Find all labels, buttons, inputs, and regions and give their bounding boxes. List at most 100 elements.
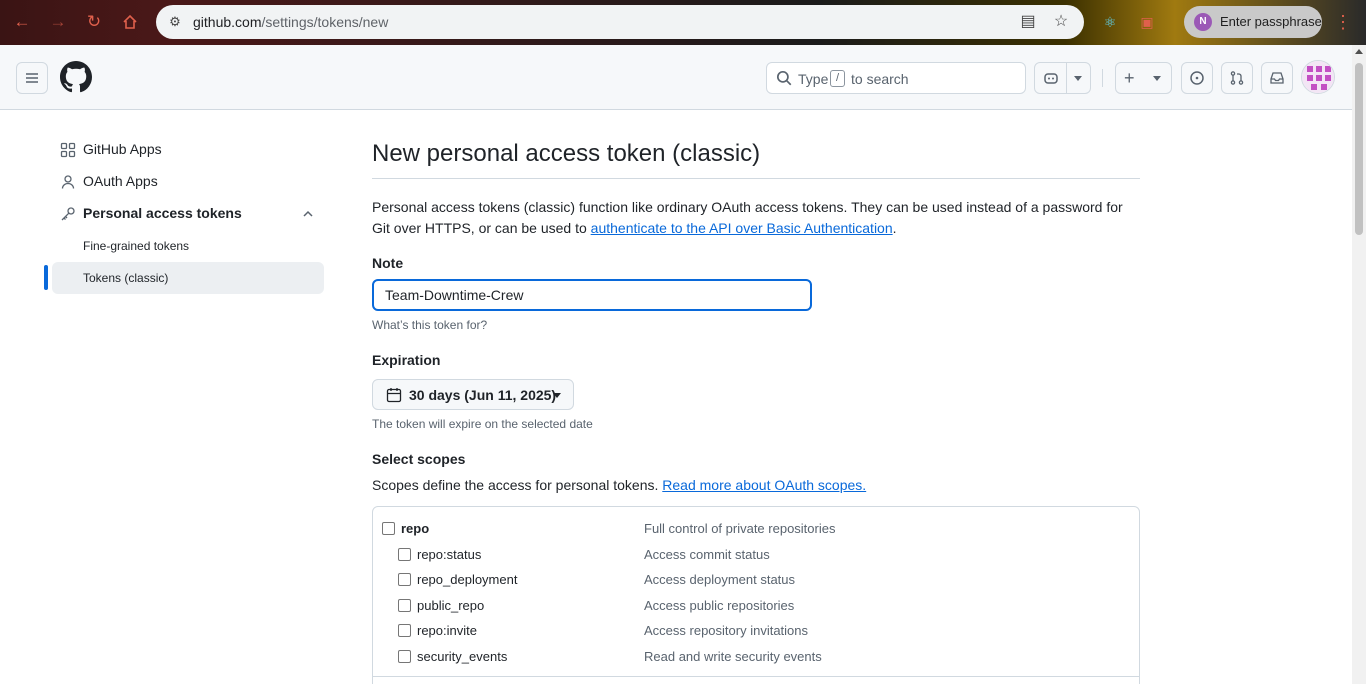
apps-grid-icon	[60, 142, 76, 158]
search-placeholder-to-search: to search	[851, 71, 909, 87]
note-input[interactable]	[372, 279, 812, 311]
sidebar-item-oauth-apps[interactable]: OAuth Apps	[52, 166, 324, 198]
scrollbar-thumb[interactable]	[1355, 63, 1363, 235]
back-arrow-icon[interactable]: ←	[11, 11, 33, 33]
sidebar-active-indicator	[44, 265, 48, 290]
scopes-label: Select scopes	[372, 451, 466, 467]
react-devtools-icon[interactable]: ⚛	[1100, 12, 1120, 32]
page-scrollbar[interactable]	[1352, 45, 1366, 684]
scope-name: repo:status	[417, 547, 482, 562]
copilot-divider	[1066, 63, 1067, 93]
extension-icon[interactable]: ▣	[1137, 12, 1157, 32]
issue-opened-icon	[1190, 71, 1204, 85]
issues-button[interactable]	[1181, 62, 1213, 94]
url-host: github.com	[193, 14, 262, 30]
person-icon	[61, 175, 75, 189]
sidebar-item-fine-grained-tokens[interactable]: Fine-grained tokens	[52, 230, 324, 262]
scopes-desc-text: Scopes define the access for personal to…	[372, 477, 663, 493]
sidebar-item-label: GitHub Apps	[83, 141, 162, 157]
install-app-icon[interactable]: ▤	[1018, 12, 1038, 32]
scope-description: Access repository invitations	[644, 623, 809, 638]
scope-checkbox-repo-status[interactable]	[398, 548, 411, 561]
header-divider	[1102, 69, 1103, 87]
inbox-icon	[1270, 72, 1284, 84]
scope-checkbox-public-repo[interactable]	[398, 599, 411, 612]
chevron-down-icon	[553, 393, 561, 398]
copilot-caret-icon[interactable]	[1074, 76, 1082, 81]
create-new-button[interactable]: +	[1115, 62, 1172, 94]
github-logo-icon[interactable]	[60, 61, 92, 93]
search-input[interactable]: Type / to search	[766, 62, 1026, 94]
browser-toolbar: ← → ↻ ⚙ github.com/settings/tokens/new ▤…	[0, 0, 1366, 45]
scope-row-repo: repo Full control of private repositorie…	[373, 518, 1139, 542]
expiration-value: 30 days (Jun 11, 2025)	[409, 387, 557, 403]
sidebar-item-tokens-classic[interactable]: Tokens (classic)	[52, 262, 324, 294]
github-header: Type / to search +	[0, 45, 1352, 110]
copilot-button[interactable]	[1034, 62, 1091, 94]
key-icon	[61, 207, 75, 221]
scope-description: Full control of private repositories	[644, 521, 836, 536]
profile-label: Enter passphrase	[1220, 14, 1322, 29]
scope-name: public_repo	[417, 598, 485, 613]
scroll-up-arrow-icon[interactable]	[1355, 49, 1363, 54]
page-title: New personal access token (classic)	[372, 140, 761, 167]
basic-auth-link[interactable]: authenticate to the API over Basic Authe…	[591, 220, 893, 236]
identicon-icon	[1302, 61, 1334, 93]
reload-icon[interactable]: ↻	[83, 11, 105, 33]
profile-initial-avatar: N	[1194, 13, 1212, 31]
scope-checkbox-repo-invite[interactable]	[398, 624, 411, 637]
scope-checkbox-repo-deployment[interactable]	[398, 573, 411, 586]
copilot-icon	[1044, 73, 1058, 84]
calendar-icon	[386, 388, 402, 403]
hamburger-menu-button[interactable]	[16, 62, 48, 94]
intro-end: .	[892, 220, 897, 236]
address-url[interactable]: github.com/settings/tokens/new	[193, 14, 388, 30]
scope-description: Access deployment status	[644, 572, 796, 587]
scope-group-divider	[373, 676, 1139, 677]
site-info-icon[interactable]: ⚙	[166, 13, 184, 31]
pull-request-icon	[1230, 71, 1244, 85]
scope-description: Access public repositories	[644, 598, 795, 613]
search-shortcut-key: /	[830, 70, 845, 87]
user-avatar[interactable]	[1301, 60, 1335, 94]
note-hint: What’s this token for?	[372, 318, 488, 332]
inbox-button[interactable]	[1261, 62, 1293, 94]
sidebar-subitem-label: Tokens (classic)	[83, 271, 169, 285]
scope-checkbox-security-events[interactable]	[398, 650, 411, 663]
expiration-hint: The token will expire on the selected da…	[372, 417, 593, 431]
url-path: /settings/tokens/new	[261, 14, 389, 30]
scope-checkbox-repo[interactable]	[382, 522, 395, 535]
scope-name: repo	[401, 521, 430, 536]
scope-row-security-events: security_events Read and write security …	[373, 646, 1139, 670]
forward-arrow-icon[interactable]: →	[47, 11, 69, 33]
chevron-up-icon[interactable]	[302, 208, 314, 220]
scope-name: repo:invite	[417, 623, 477, 638]
note-label: Note	[372, 255, 404, 271]
pull-requests-button[interactable]	[1221, 62, 1253, 94]
home-icon[interactable]	[119, 11, 141, 33]
expiration-select[interactable]: 30 days (Jun 11, 2025)	[372, 379, 574, 410]
scopes-description: Scopes define the access for personal to…	[372, 477, 866, 493]
sidebar-item-personal-access-tokens[interactable]: Personal access tokens	[52, 198, 324, 230]
oauth-scopes-link[interactable]: Read more about OAuth scopes.	[662, 477, 866, 493]
search-placeholder-type: Type	[798, 71, 829, 87]
scopes-table: repo Full control of private repositorie…	[372, 506, 1140, 684]
profile-chip[interactable]: N Enter passphrase	[1184, 6, 1322, 38]
scope-description: Access commit status	[644, 547, 770, 562]
browser-menu-icon[interactable]: ⋮	[1334, 12, 1352, 32]
hamburger-icon	[26, 73, 38, 83]
sidebar-item-label: Personal access tokens	[83, 205, 242, 221]
title-divider	[372, 178, 1140, 179]
intro-paragraph: Personal access tokens (classic) functio…	[372, 197, 1140, 239]
scope-name: repo_deployment	[417, 572, 518, 587]
sidebar-item-github-apps[interactable]: GitHub Apps	[52, 134, 324, 166]
scope-row-repo-status: repo:status Access commit status	[373, 544, 1139, 568]
sidebar-subitem-label: Fine-grained tokens	[83, 239, 190, 253]
sidebar-item-label: OAuth Apps	[83, 173, 158, 189]
scope-description: Read and write security events	[644, 649, 822, 664]
create-caret-icon	[1153, 76, 1161, 81]
search-icon	[776, 70, 792, 86]
scope-row-repo-invite: repo:invite Access repository invitation…	[373, 620, 1139, 644]
bookmark-star-icon[interactable]: ☆	[1051, 12, 1071, 32]
address-bar[interactable]: ⚙ github.com/settings/tokens/new ▤ ☆	[156, 5, 1084, 39]
